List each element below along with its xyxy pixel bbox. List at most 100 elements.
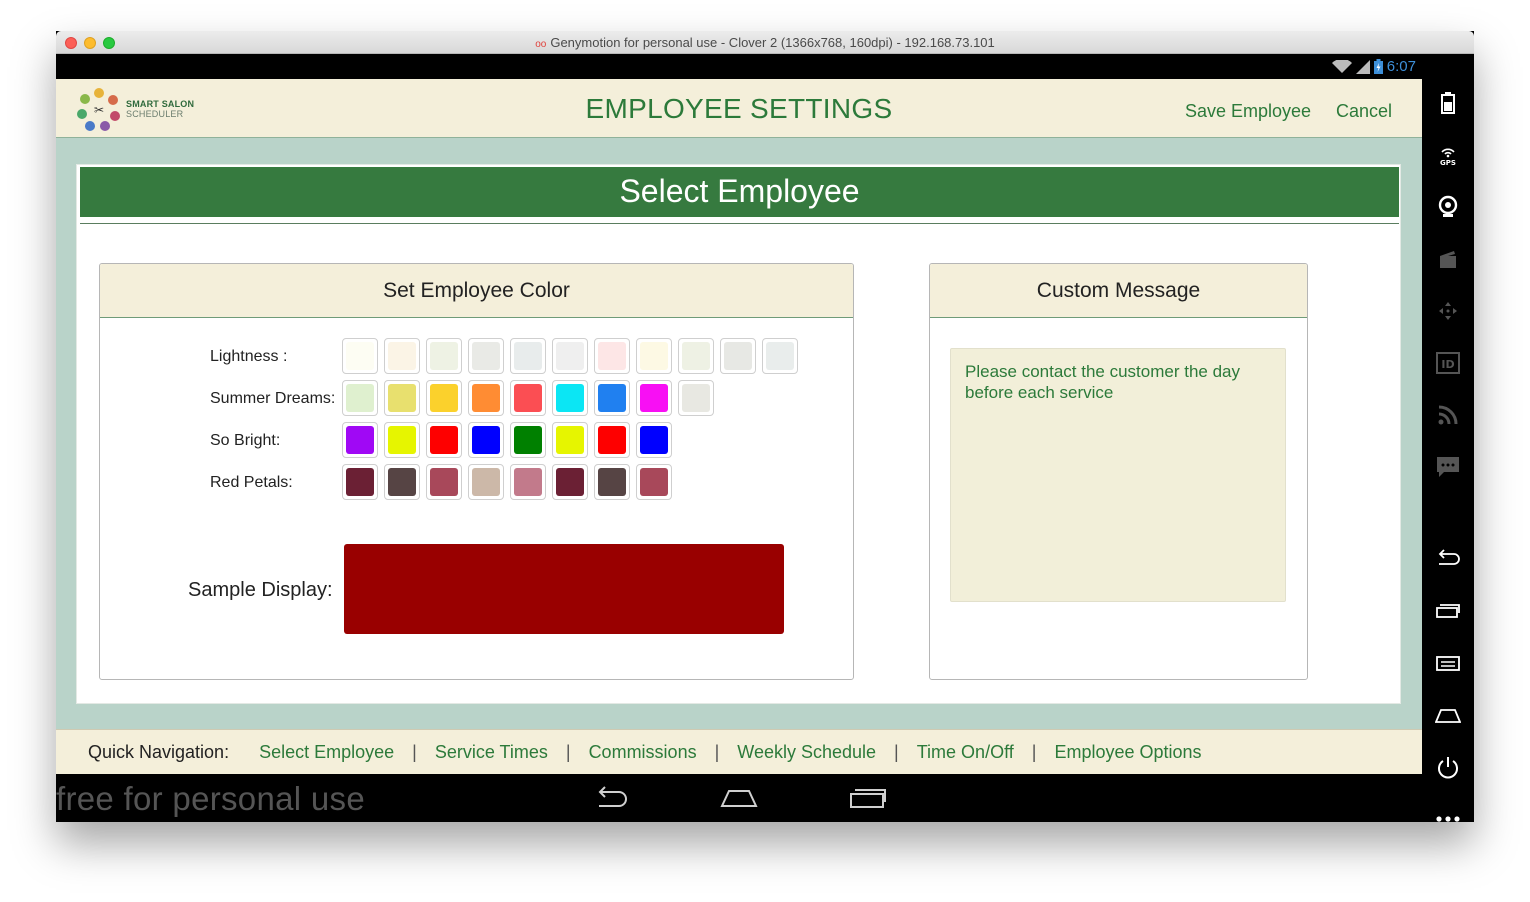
color-swatch[interactable]	[468, 338, 504, 374]
color-swatch[interactable]	[342, 464, 378, 500]
color-swatch[interactable]	[552, 422, 588, 458]
color-swatch[interactable]	[594, 338, 630, 374]
recent-apps-icon[interactable]	[1435, 598, 1461, 624]
color-swatch[interactable]	[384, 422, 420, 458]
menu-icon[interactable]	[1435, 650, 1461, 676]
color-swatch[interactable]	[636, 464, 672, 500]
color-swatch[interactable]	[426, 422, 462, 458]
color-swatch[interactable]	[342, 422, 378, 458]
color-swatch[interactable]	[552, 380, 588, 416]
color-swatch[interactable]	[720, 338, 756, 374]
color-swatch[interactable]	[468, 422, 504, 458]
color-swatch[interactable]	[594, 380, 630, 416]
quick-nav-time-on-off[interactable]: Time On/Off	[917, 742, 1014, 763]
quick-nav-label: Quick Navigation:	[88, 741, 230, 762]
wifi-icon	[1331, 59, 1352, 73]
home-icon[interactable]	[1435, 702, 1461, 728]
quick-nav-separator: |	[412, 741, 417, 762]
settings-card: Select Employee Set Employee Color Light…	[76, 164, 1401, 704]
cancel-button[interactable]: Cancel	[1336, 101, 1392, 122]
color-swatch[interactable]	[510, 464, 546, 500]
color-swatch-fill	[346, 468, 374, 496]
genymotion-icon: oo	[535, 39, 547, 50]
quick-navigation: Quick Navigation: Select Employee | Serv…	[56, 729, 1422, 774]
color-swatch[interactable]	[510, 338, 546, 374]
color-swatch-fill	[514, 426, 542, 454]
quick-nav-commissions[interactable]: Commissions	[589, 742, 697, 763]
color-swatch[interactable]	[636, 380, 672, 416]
more-icon[interactable]	[1435, 806, 1461, 832]
color-swatch-fill	[682, 384, 710, 412]
clock: 6:07	[1386, 58, 1416, 75]
quick-nav-service-times[interactable]: Service Times	[435, 742, 548, 763]
color-swatch[interactable]	[678, 380, 714, 416]
color-swatch-fill	[598, 426, 626, 454]
color-swatch-fill	[388, 426, 416, 454]
rss-icon[interactable]	[1435, 402, 1461, 428]
color-swatch[interactable]	[678, 338, 714, 374]
color-swatch[interactable]	[636, 422, 672, 458]
quick-nav-separator: |	[1031, 741, 1037, 762]
battery-status-icon	[1373, 59, 1383, 74]
custom-message-textarea[interactable]: Please contact the customer the day befo…	[950, 348, 1286, 602]
quick-nav-select-employee[interactable]: Select Employee	[259, 742, 394, 763]
color-swatch[interactable]	[636, 338, 672, 374]
color-swatch[interactable]	[384, 338, 420, 374]
window-title: oo Genymotion for personal use - Clover 2…	[535, 35, 995, 50]
webcam-icon[interactable]	[1435, 194, 1461, 220]
gps-icon[interactable]: GPS	[1435, 142, 1461, 168]
nav-back-icon[interactable]	[593, 786, 629, 810]
color-swatch-fill	[430, 384, 458, 412]
color-swatch-fill	[598, 342, 626, 370]
select-employee-bar[interactable]: Select Employee	[80, 167, 1399, 217]
power-icon[interactable]	[1435, 754, 1461, 780]
color-swatch[interactable]	[594, 422, 630, 458]
sms-icon[interactable]	[1435, 454, 1461, 480]
quick-nav-separator: |	[565, 741, 571, 762]
color-swatch[interactable]	[426, 464, 462, 500]
color-swatch[interactable]	[468, 380, 504, 416]
save-employee-button[interactable]: Save Employee	[1185, 101, 1311, 122]
color-swatch[interactable]	[426, 380, 462, 416]
color-swatch-fill	[430, 468, 458, 496]
back-icon[interactable]	[1435, 546, 1461, 572]
device-id-icon[interactable]: ID	[1435, 350, 1461, 376]
color-swatch-fill	[640, 342, 668, 370]
nav-recent-apps-icon[interactable]	[849, 786, 887, 810]
device-screen: 6:07 ✂ SMART SALON SCHEDULER EMPLOYEE SE…	[56, 54, 1422, 822]
screencast-icon[interactable]	[1435, 246, 1461, 272]
color-swatch-fill	[766, 342, 794, 370]
color-swatch[interactable]	[552, 338, 588, 374]
color-swatch[interactable]	[426, 338, 462, 374]
dpad-icon[interactable]	[1435, 298, 1461, 324]
palette-label: Lightness :	[210, 348, 288, 365]
color-swatch-fill	[724, 342, 752, 370]
palette-row: So Bright:	[100, 422, 853, 460]
color-swatch-fill	[346, 426, 374, 454]
color-swatch[interactable]	[552, 464, 588, 500]
custom-message-panel: Custom Message Please contact the custom…	[929, 263, 1308, 680]
watermark-text: free for personal use	[56, 780, 365, 817]
color-swatch[interactable]	[510, 380, 546, 416]
quick-nav-weekly-schedule[interactable]: Weekly Schedule	[737, 742, 876, 763]
color-swatch-fill	[472, 426, 500, 454]
color-swatch[interactable]	[384, 380, 420, 416]
color-swatch[interactable]	[342, 338, 378, 374]
color-swatch-fill	[556, 426, 584, 454]
quick-nav-separator: |	[714, 741, 720, 762]
color-swatch[interactable]	[468, 464, 504, 500]
color-swatch-fill	[346, 342, 374, 370]
color-swatch[interactable]	[342, 380, 378, 416]
color-swatch-fill	[472, 468, 500, 496]
color-swatch[interactable]	[384, 464, 420, 500]
quick-nav-employee-options[interactable]: Employee Options	[1054, 742, 1201, 763]
color-swatch[interactable]	[594, 464, 630, 500]
color-swatch[interactable]	[510, 422, 546, 458]
palette-row: Lightness :	[100, 338, 853, 376]
battery-icon[interactable]	[1435, 90, 1461, 116]
message-panel-title: Custom Message	[930, 264, 1307, 318]
color-swatch-fill	[388, 468, 416, 496]
employee-color-panel: Set Employee Color Lightness : Summer Dre…	[99, 263, 854, 680]
color-swatch[interactable]	[762, 338, 798, 374]
nav-home-icon[interactable]	[720, 786, 758, 810]
